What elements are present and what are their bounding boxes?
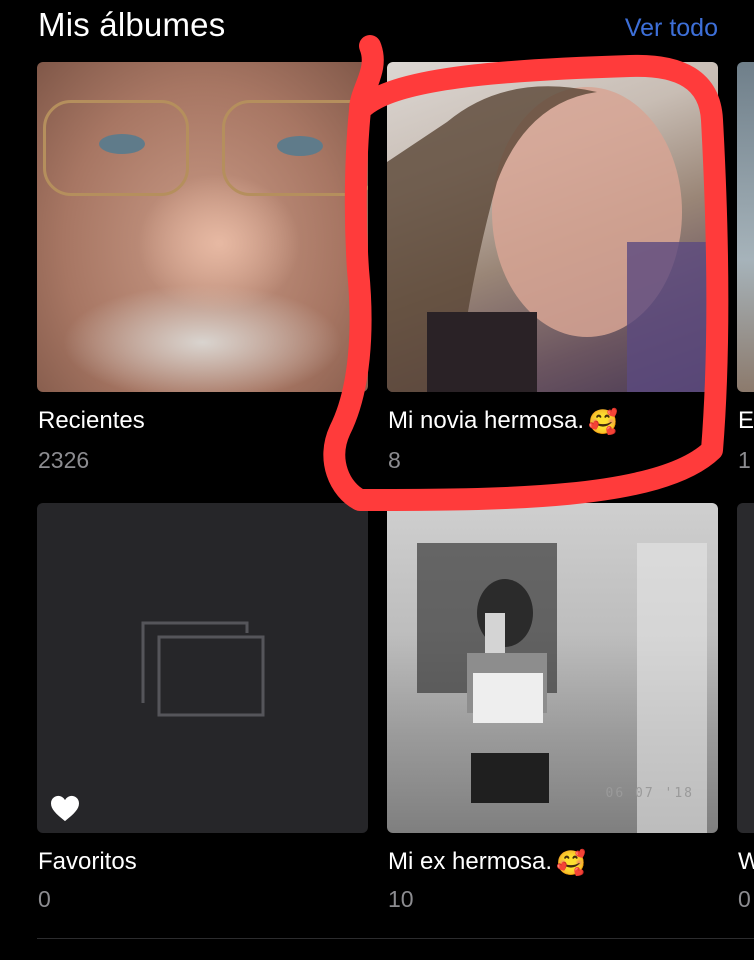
album-label-favoritos: Favoritos [38,848,137,875]
album-label-recientes: Recientes [38,407,145,434]
smiling-face-with-hearts-icon: 🥰 [588,409,618,436]
see-all-link[interactable]: Ver todo [625,14,718,43]
eye-left [99,134,145,154]
portrait-silhouette [387,86,718,392]
album-count-favoritos: 0 [38,886,51,912]
album-count-mi-novia: 8 [388,447,401,473]
album-label-partial-bottom: W [738,848,754,875]
mirror-selfie-silhouette [417,543,707,833]
eye-right [277,136,323,156]
empty-album-icon [141,621,265,717]
heart-icon [51,795,79,822]
album-thumbnail[interactable] [737,503,754,833]
section-divider [37,938,754,939]
album-label-mi-novia: Mi novia hermosa. 🥰 [388,407,618,437]
album-count-partial-bottom: 0 [738,886,751,912]
album-thumbnail[interactable] [37,503,368,833]
album-count-recientes: 2326 [38,447,90,473]
album-count-mi-ex: 10 [388,886,414,912]
album-count-partial-top: 1 [738,447,751,473]
photo-date-stamp: 06 07 '18 [605,786,694,801]
album-thumbnail[interactable] [387,62,718,392]
page-title: Mis álbumes [38,6,226,43]
album-label-partial-top: E [738,407,754,434]
album-label-mi-ex: Mi ex hermosa. 🥰 [388,848,586,878]
smiling-face-with-hearts-icon: 🥰 [556,850,586,877]
album-label-text: Mi ex hermosa. [388,848,553,875]
album-label-text: Mi novia hermosa. [388,407,585,434]
album-thumbnail[interactable] [737,62,754,392]
album-thumbnail[interactable] [37,62,368,392]
album-thumbnail[interactable]: 06 07 '18 [387,503,718,833]
